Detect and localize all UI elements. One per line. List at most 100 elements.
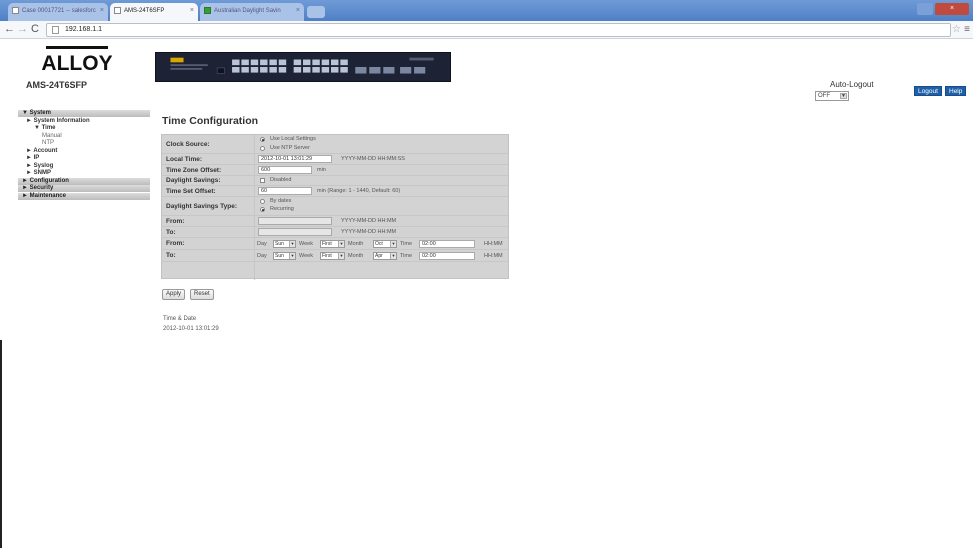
auto-logout-value: OFF — [818, 93, 830, 99]
back-icon[interactable]: ← — [4, 22, 15, 37]
from-date-label: From: — [166, 218, 185, 225]
sidebar-item-account[interactable]: ► Account — [18, 148, 150, 156]
sidebar-item-ntp[interactable]: NTP — [18, 140, 150, 148]
url-input[interactable]: 192.168.1.1 — [46, 23, 951, 37]
browser-tab-ams[interactable]: AMS-24T6SFP × — [110, 3, 198, 21]
from-day-select[interactable]: Sun ▼ — [273, 240, 296, 248]
to-recurring-label: To: — [166, 252, 176, 259]
day-label: Day — [257, 241, 267, 247]
use-local-settings-label: Use Local Settings — [270, 136, 316, 142]
sidebar-section-maintenance[interactable]: ► Maintenance — [18, 192, 150, 200]
use-local-settings-radio[interactable] — [260, 137, 265, 142]
local-time-input[interactable]: 2012-10-01 13:01:29 — [258, 155, 332, 163]
local-time-hint: YYYY-MM-DD HH:MM:SS — [341, 156, 405, 162]
to-week-select[interactable]: First ▼ — [320, 252, 345, 260]
window-close-button[interactable]: × — [935, 3, 969, 15]
time-date-label: Time & Date — [163, 316, 197, 322]
auto-logout-select[interactable]: OFF ▼ — [815, 91, 849, 101]
page-icon — [114, 7, 121, 14]
time-hint: HH:MM — [484, 241, 503, 247]
menu-icon[interactable]: ≡ — [964, 23, 970, 37]
from-month-select[interactable]: Oct ▼ — [373, 240, 397, 248]
local-time-row: Local Time: 2012-10-01 13:01:29 YYYY-MM-… — [162, 154, 508, 165]
to-day-select[interactable]: Sun ▼ — [273, 252, 296, 260]
daylight-savings-label: Daylight Savings: — [166, 177, 221, 184]
url-text: 192.168.1.1 — [65, 26, 102, 33]
minimize-button[interactable] — [917, 3, 933, 15]
reset-button[interactable]: Reset — [190, 289, 214, 300]
forward-icon[interactable]: → — [17, 22, 28, 37]
sidebar-item-system-information[interactable]: ► System Information — [18, 118, 150, 126]
page-title: Time Configuration — [162, 115, 259, 127]
apply-button[interactable]: Apply — [162, 289, 186, 300]
brand-text: ALLOY — [42, 52, 112, 75]
recurring-radio[interactable] — [260, 207, 265, 212]
sidebar-item-syslog[interactable]: ► Syslog — [18, 163, 150, 171]
by-dates-radio[interactable] — [260, 199, 265, 204]
daylight-savings-option: Disabled — [270, 177, 292, 183]
ds-type-label: Daylight Savings Type: — [166, 203, 238, 210]
tz-offset-unit: min — [317, 167, 326, 173]
sidebar-item-time[interactable]: ▼ Time — [18, 125, 150, 133]
selected-value: Oct — [375, 241, 383, 247]
by-dates-label: By dates — [270, 198, 292, 204]
tz-offset-row: Time Zone Offset: 600 min — [162, 165, 508, 176]
time-config-form: Clock Source: Use Local Settings Use NTP… — [161, 134, 509, 280]
sidebar-item-manual[interactable]: Manual — [18, 133, 150, 141]
close-icon[interactable]: × — [190, 3, 194, 19]
ds-type-row: Daylight Savings Type: By dates Recurrin… — [162, 197, 508, 216]
device-model: AMS-24T6SFP — [26, 80, 88, 90]
from-date-input[interactable] — [258, 217, 332, 225]
clock-source-label: Clock Source: — [166, 141, 210, 148]
logout-button[interactable]: Logout — [914, 86, 942, 96]
new-tab-button[interactable] — [307, 6, 325, 18]
close-icon[interactable]: × — [296, 3, 300, 19]
reload-icon[interactable]: C — [31, 22, 39, 37]
browser-tab-daylight[interactable]: Australian Daylight Savin × — [200, 3, 304, 21]
time-label: Time — [400, 253, 413, 259]
week-label: Week — [299, 253, 313, 259]
daylight-savings-checkbox[interactable] — [260, 178, 265, 183]
from-week-select[interactable]: First ▼ — [320, 240, 345, 248]
to-recurring-row: To: Day Sun ▼ Week First ▼ Month Apr ▼ Time… — [162, 250, 508, 262]
chevron-down-icon: ▼ — [289, 241, 295, 247]
selected-value: First — [322, 241, 332, 247]
from-date-row: From: YYYY-MM-DD HH:MM — [162, 216, 508, 227]
chevron-down-icon: ▼ — [289, 253, 295, 259]
use-ntp-server-radio[interactable] — [260, 146, 265, 151]
sidebar-item-ip[interactable]: ► IP — [18, 155, 150, 163]
auto-logout-label: Auto-Logout — [830, 80, 874, 89]
sidebar-section-system[interactable]: ▼ System — [18, 110, 150, 117]
browser-tab-salesforce[interactable]: Case 00017721 -- salesforc × — [8, 3, 108, 21]
chevron-down-icon: ▼ — [390, 253, 396, 259]
selected-value: First — [322, 253, 332, 259]
alloy-logo: ALLOY — [42, 46, 112, 75]
close-icon[interactable]: × — [100, 3, 104, 19]
help-button[interactable]: Help — [945, 86, 967, 96]
from-recurring-label: From: — [166, 240, 185, 247]
sidebar-section-configuration[interactable]: ► Configuration — [18, 177, 150, 185]
time-set-offset-input[interactable]: 60 — [258, 187, 312, 195]
to-month-select[interactable]: Apr ▼ — [373, 252, 397, 260]
sidebar-nav: ▼ System ► System Information ▼ Time Man… — [18, 110, 150, 200]
selected-value: Apr — [375, 253, 383, 259]
bookmark-star-icon[interactable]: ☆ — [952, 23, 961, 37]
tab-title: AMS-24T6SFP — [124, 8, 165, 14]
chevron-down-icon: ▼ — [840, 93, 847, 99]
to-date-input[interactable] — [258, 228, 332, 236]
sidebar-item-snmp[interactable]: ► SNMP — [18, 170, 150, 178]
time-set-offset-hint: min (Range: 1 - 1440, Default: 60) — [317, 188, 401, 194]
address-bar: ← → C 192.168.1.1 ☆ ≡ — [0, 21, 973, 39]
to-time-input[interactable]: 02:00 — [419, 252, 475, 260]
to-date-label: To: — [166, 229, 176, 236]
page-icon — [12, 7, 19, 14]
use-ntp-server-label: Use NTP Server — [270, 145, 310, 151]
to-date-row: To: YYYY-MM-DD HH:MM — [162, 227, 508, 238]
tz-offset-input[interactable]: 600 — [258, 166, 312, 174]
tz-offset-label: Time Zone Offset: — [166, 167, 222, 174]
day-label: Day — [257, 253, 267, 259]
browser-window: Case 00017721 -- salesforc × AMS-24T6SFP… — [0, 0, 973, 548]
sidebar-section-security[interactable]: ► Security — [18, 185, 150, 192]
from-time-input[interactable]: 02:00 — [419, 240, 475, 248]
time-set-offset-label: Time Set Offset: — [166, 188, 216, 195]
